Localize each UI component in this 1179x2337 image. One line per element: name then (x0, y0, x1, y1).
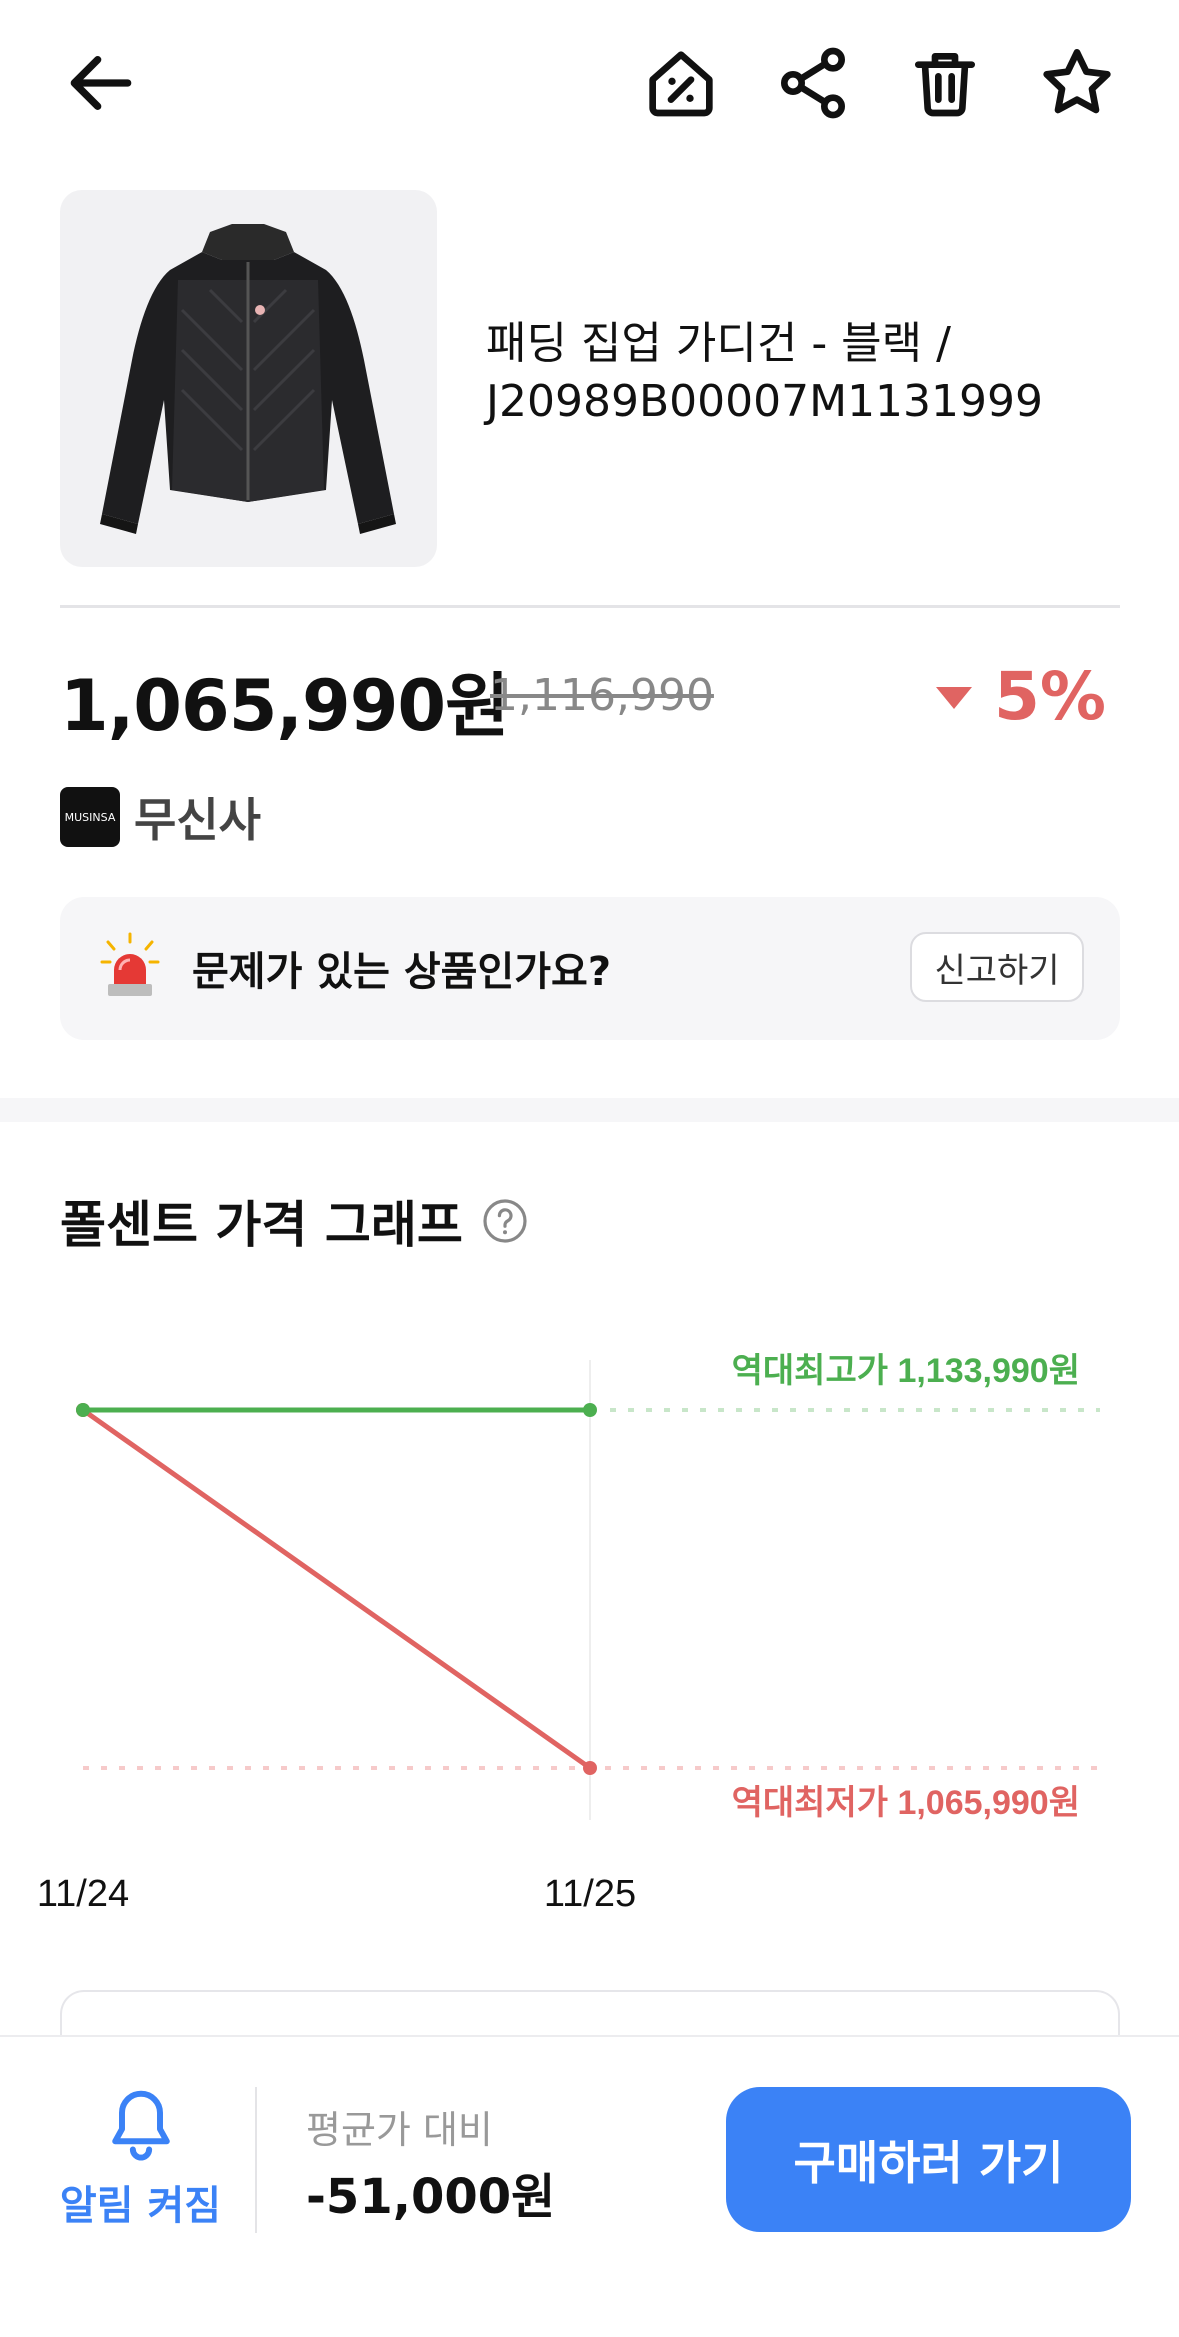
delete-button[interactable] (900, 38, 990, 128)
discount-button[interactable] (636, 38, 726, 128)
musinsa-logo: MUSINSA (60, 787, 120, 847)
triangle-down-icon (935, 686, 972, 709)
series-layer (76, 1403, 597, 1775)
price-chart-svg: 역대최고가 1,133,990원 역대최저가 1,065,990원 11/24 … (37, 1352, 1100, 1915)
alarm-label: 알림 켜짐 (59, 2183, 222, 2229)
price-chart: 역대최고가 1,133,990원 역대최저가 1,065,990원 11/24 … (0, 1300, 1179, 1940)
report-box: 문제가 있는 상품인가요? 신고하기 (60, 897, 1120, 1040)
vertical-separator (255, 2087, 257, 2233)
discount-badge: 5% (934, 658, 1106, 735)
share-icon (781, 47, 845, 119)
share-button[interactable] (768, 38, 858, 128)
divider (60, 605, 1120, 608)
product-name: 패딩 집업 가디건 - 블랙 / J20989B00007M1131999 (486, 318, 1044, 427)
mall-name: 무신사 (134, 793, 261, 847)
discount-tag-icon (649, 51, 713, 117)
favorite-button[interactable] (1032, 38, 1122, 128)
graph-title-text: 폴센트 가격 그래프 (60, 1196, 463, 1254)
bell-icon (111, 2090, 170, 2161)
low-annotation: 역대최저가 1,065,990원 (732, 1784, 1080, 1822)
jacket-image (100, 224, 396, 534)
alarm-toggle[interactable]: 알림 켜짐 (58, 2087, 223, 2247)
product-summary: 패딩 집업 가디건 - 블랙 / J20989B00007M1131999 (60, 190, 1120, 570)
series-line-1 (80, 1407, 593, 1771)
star-icon (1043, 49, 1111, 114)
bottom-bar: 알림 켜짐 평균가 대비 -51,000원 구매하러 가기 (0, 2035, 1179, 2337)
report-question: 문제가 있는 상품인가요? (192, 949, 612, 995)
discount-percent: 5% (993, 658, 1106, 735)
product-image[interactable] (60, 190, 437, 567)
current-price: 1,065,990원 (60, 665, 510, 747)
average-compare-label: 평균가 대비 (306, 2108, 493, 2152)
buy-button[interactable]: 구매하러 가기 (726, 2087, 1131, 2232)
back-button[interactable] (56, 38, 146, 128)
trash-icon (915, 53, 975, 117)
report-button[interactable]: 신고하기 (910, 932, 1084, 1002)
x-tick-label: 11/25 (544, 1873, 636, 1915)
high-annotation: 역대최고가 1,133,990원 (732, 1352, 1080, 1390)
average-compare-value: -51,000원 (306, 2169, 556, 2225)
price-row: 1,065,990원 1,116,990 5% (60, 640, 1120, 747)
top-bar (0, 0, 1179, 170)
data-point (583, 1761, 597, 1775)
x-tick-label: 11/24 (37, 1873, 129, 1915)
section-separator (0, 1098, 1179, 1122)
arrow-left-icon (70, 56, 132, 111)
mall-link[interactable]: MUSINSA 무신사 (60, 787, 261, 847)
graph-title: 폴센트 가격 그래프 (60, 1185, 529, 1257)
data-point (76, 1403, 90, 1417)
data-point (583, 1403, 597, 1417)
siren-icon (100, 932, 160, 996)
help-icon[interactable] (481, 1197, 529, 1245)
original-price: 1,116,990 (490, 670, 714, 721)
